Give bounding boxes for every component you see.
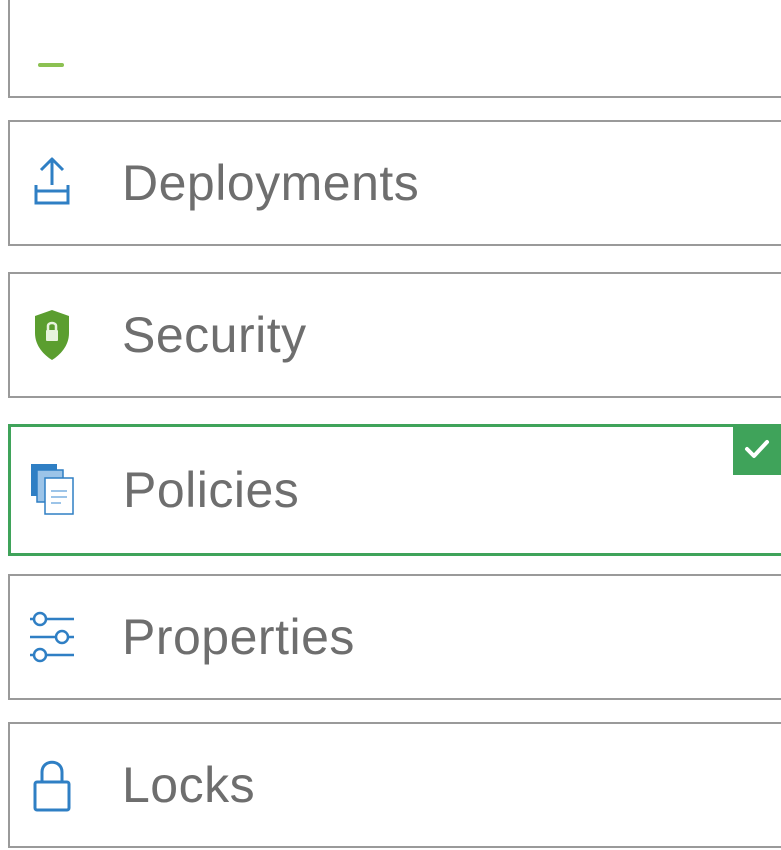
menu-item-label: Deployments xyxy=(122,155,420,211)
menu-item-label: Properties xyxy=(122,609,355,665)
menu-item-policies[interactable]: Policies xyxy=(8,424,781,556)
menu-item-security[interactable]: Security xyxy=(8,272,781,398)
menu-item-label: Policies xyxy=(123,462,300,518)
menu-item-partial[interactable] xyxy=(8,0,781,98)
policy-documents-icon xyxy=(25,460,81,520)
partial-green-icon xyxy=(24,58,80,78)
upload-icon xyxy=(24,153,80,213)
menu-item-locks[interactable]: Locks xyxy=(8,722,781,848)
sliders-icon xyxy=(24,607,80,667)
selected-check-badge xyxy=(733,427,781,475)
checkmark-icon xyxy=(743,437,771,466)
menu-item-deployments[interactable]: Deployments xyxy=(8,120,781,246)
lock-icon xyxy=(24,755,80,815)
menu-item-label: Locks xyxy=(122,757,256,813)
menu-item-properties[interactable]: Properties xyxy=(8,574,781,700)
settings-menu: Deployments Security Policies Properties… xyxy=(0,0,781,850)
menu-item-label: Security xyxy=(122,307,307,363)
shield-icon xyxy=(24,305,80,365)
